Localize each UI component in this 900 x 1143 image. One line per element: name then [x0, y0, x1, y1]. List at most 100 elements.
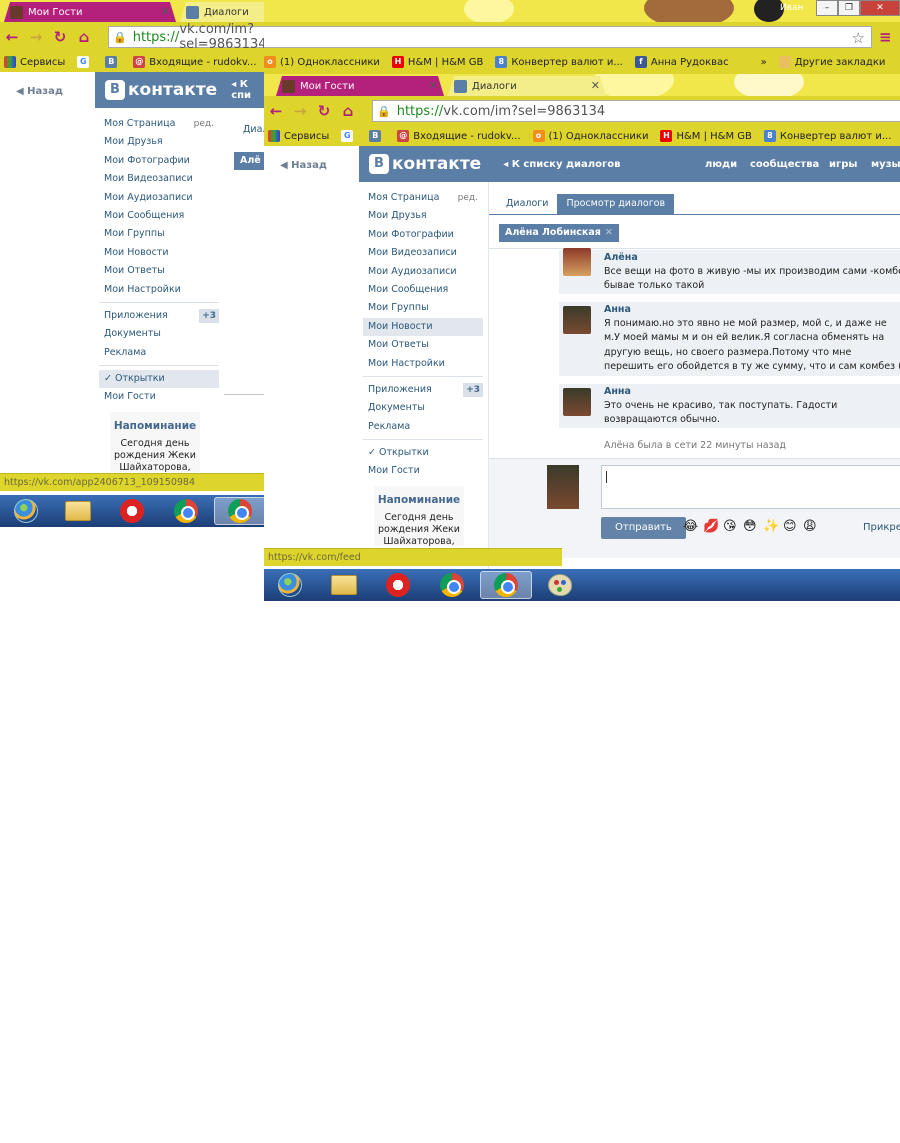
menu-item-apps[interactable]: Приложения +3: [99, 307, 219, 325]
subtab-dialogs[interactable]: Диалоги: [497, 194, 557, 214]
address-bar-ext[interactable]: ☆: [264, 26, 872, 48]
message-author[interactable]: Анна: [604, 386, 900, 397]
menu-item-guests[interactable]: Мои Гости: [99, 388, 219, 406]
bookmark-vk[interactable]: B: [105, 56, 121, 68]
taskbar-ccleaner[interactable]: [106, 497, 158, 525]
bookmark-hm[interactable]: H H&M | H&M GB: [391, 56, 483, 68]
back-arrow-icon[interactable]: ←: [0, 28, 24, 46]
reload-icon[interactable]: ↻: [48, 28, 72, 46]
taskbar-chrome-active[interactable]: [480, 571, 532, 599]
menu-item-news[interactable]: Мои Новости: [363, 317, 483, 337]
vk-logo[interactable]: Вконтакте: [369, 154, 481, 174]
close-window-icon[interactable]: ✕: [860, 0, 900, 16]
nav-communities[interactable]: сообщества: [750, 159, 819, 170]
emoji-smile[interactable]: 😊: [783, 519, 797, 534]
dialog-chip[interactable]: Алёна Лобинская ✕: [499, 224, 619, 242]
forward-arrow-icon[interactable]: →: [24, 28, 48, 46]
taskbar-ccleaner[interactable]: [372, 571, 424, 599]
emoji-sparkles[interactable]: ✨: [763, 519, 779, 534]
bookmark-odnoklassniki[interactable]: o (1) Одноклассники: [264, 56, 380, 68]
menu-item-ads[interactable]: Реклама: [99, 344, 219, 362]
menu-item-news[interactable]: Мои Новости: [99, 244, 219, 262]
bookmark-odnoklassniki[interactable]: o (1) Одноклассники: [532, 130, 648, 142]
address-bar[interactable]: 🔒 https://vk.com/im?sel=9863134: [108, 22, 264, 52]
menu-item-audio[interactable]: Мои Аудиозаписи: [363, 263, 483, 281]
nav-music[interactable]: музы: [871, 159, 900, 170]
send-button[interactable]: Отправить: [601, 517, 686, 539]
tab-dialogs[interactable]: Диалоги ✕: [448, 76, 606, 96]
bookmark-inbox[interactable]: @ Входящие - rudokv...: [397, 130, 521, 142]
home-icon[interactable]: ⌂: [336, 102, 360, 120]
menu-item-postcards[interactable]: ✓ Открытки: [99, 370, 219, 389]
reload-icon[interactable]: ↻: [312, 102, 336, 120]
menu-item-messages[interactable]: Мои Сообщения: [99, 207, 219, 225]
menu-item-messages[interactable]: Мои Сообщения: [363, 281, 483, 299]
forward-arrow-icon[interactable]: →: [288, 102, 312, 120]
message-input[interactable]: [601, 465, 900, 509]
my-avatar[interactable]: [547, 465, 579, 509]
minimize-icon[interactable]: –: [816, 0, 838, 16]
menu-item-groups[interactable]: Мои Группы: [363, 299, 483, 317]
close-tab-icon[interactable]: ✕: [161, 5, 170, 18]
bookmark-converter[interactable]: 8 Конвертер валют и...: [495, 56, 623, 68]
start-button[interactable]: [264, 571, 316, 599]
menu-item-groups[interactable]: Мои Группы: [99, 225, 219, 243]
message-author[interactable]: Анна: [604, 304, 900, 315]
taskbar-chrome[interactable]: [426, 571, 478, 599]
menu-item-audio[interactable]: Мои Аудиозаписи: [99, 189, 219, 207]
avatar[interactable]: [563, 306, 591, 334]
emoji-kiss[interactable]: 💋: [703, 519, 719, 534]
maximize-icon[interactable]: ❐: [838, 0, 860, 16]
emoji-flushed[interactable]: 😳: [743, 519, 757, 534]
bookmark-google[interactable]: G: [77, 56, 93, 68]
reminder-text[interactable]: Шайхаторова,: [374, 536, 464, 548]
back-arrow-icon[interactable]: ←: [264, 102, 288, 120]
menu-item-documents[interactable]: Документы: [99, 325, 219, 343]
menu-item-my-page[interactable]: Моя Страница ред.: [99, 115, 219, 133]
start-button[interactable]: [0, 497, 52, 525]
tab-dialogs[interactable]: Диалоги ✕: [180, 2, 264, 22]
emoji-laugh[interactable]: 😂: [683, 519, 698, 534]
home-icon[interactable]: ⌂: [72, 28, 96, 46]
subtab-view-dialogs[interactable]: Просмотр диалогов: [557, 194, 675, 214]
attach-link[interactable]: Прикреп: [863, 522, 900, 533]
menu-item-friends[interactable]: Мои Друзья: [363, 207, 483, 225]
menu-item-videos[interactable]: Мои Видеозаписи: [99, 170, 219, 188]
emoji-blow-kiss[interactable]: 😘: [723, 519, 737, 534]
avatar[interactable]: [563, 388, 591, 416]
menu-item-photos[interactable]: Мои Фотографии: [363, 226, 483, 244]
dialog-chip[interactable]: Алё: [234, 152, 264, 170]
bookmark-star-icon[interactable]: ☆: [852, 29, 865, 47]
nav-games[interactable]: игры: [829, 159, 857, 170]
nav-people[interactable]: люди: [705, 159, 737, 170]
more-bookmarks-chevron[interactable]: »: [761, 57, 767, 68]
profile-name[interactable]: Иван: [780, 3, 803, 13]
menu-item-friends[interactable]: Мои Друзья: [99, 133, 219, 151]
menu-item-ads[interactable]: Реклама: [363, 418, 483, 436]
menu-item-apps[interactable]: Приложения +3: [363, 381, 483, 399]
menu-item-guests[interactable]: Мои Гости: [363, 462, 483, 480]
back-link[interactable]: ◀ Назад: [280, 160, 327, 171]
menu-item-photos[interactable]: Мои Фотографии: [99, 152, 219, 170]
taskbar-explorer[interactable]: [318, 571, 370, 599]
menu-item-postcards[interactable]: ✓ Открытки: [363, 444, 483, 462]
tab-my-guests[interactable]: Мои Гости ✕: [276, 76, 444, 96]
back-link[interactable]: ◀ Назад: [16, 86, 63, 97]
taskbar-explorer[interactable]: [52, 497, 104, 525]
bookmark-inbox[interactable]: @ Входящие - rudokv...: [133, 56, 257, 68]
menu-item-documents[interactable]: Документы: [363, 399, 483, 417]
close-tab-icon[interactable]: ✕: [429, 79, 438, 92]
bookmark-hm[interactable]: H H&M | H&M GB: [660, 130, 752, 142]
bookmark-vk[interactable]: B: [369, 130, 385, 142]
menu-item-my-page[interactable]: Моя Страница ред.: [363, 189, 483, 207]
vk-logo[interactable]: Вконтакте: [105, 80, 217, 100]
tab-my-guests[interactable]: Мои Гости ✕: [4, 2, 176, 22]
edit-link[interactable]: ред.: [194, 115, 214, 133]
bookmark-converter[interactable]: 8 Конвертер валют и...: [763, 130, 891, 142]
menu-item-answers[interactable]: Мои Ответы: [99, 262, 219, 280]
back-to-dialogs-link[interactable]: ◂ К спи: [231, 79, 264, 101]
address-bar[interactable]: 🔒 https://vk.com/im?sel=9863134: [372, 100, 900, 122]
taskbar-paint[interactable]: [534, 571, 586, 599]
other-bookmarks[interactable]: Другие закладки: [778, 56, 885, 68]
edit-link[interactable]: ред.: [458, 189, 478, 207]
